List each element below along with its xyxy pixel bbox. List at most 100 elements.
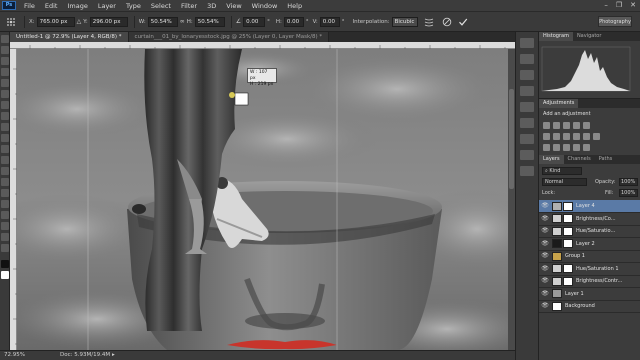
visibility-eye-icon[interactable]: 👁 xyxy=(541,240,549,248)
restore-button[interactable]: ❐ xyxy=(616,1,622,9)
menu-type[interactable]: Type xyxy=(121,2,146,10)
color-balance-adjust-icon[interactable] xyxy=(553,133,560,140)
tab-adjustments[interactable]: Adjustments xyxy=(539,99,579,108)
styles-icon[interactable] xyxy=(520,150,534,160)
menu-window[interactable]: Window xyxy=(247,2,283,10)
layer-row[interactable]: 👁 Hue/Saturation 1 xyxy=(539,263,640,276)
brightness-adjust-icon[interactable] xyxy=(543,122,550,129)
tab-channels[interactable]: Channels xyxy=(564,155,595,164)
layer-row[interactable]: 👁 Layer 4 xyxy=(539,200,640,213)
properties-icon[interactable] xyxy=(520,70,534,80)
v-skew-field[interactable]: 0.00 xyxy=(319,16,340,27)
hue-saturation-adjust-icon[interactable] xyxy=(543,133,550,140)
layer-mask-thumbnail[interactable] xyxy=(563,201,573,211)
brush-tool-icon[interactable] xyxy=(1,112,9,120)
menu-3d[interactable]: 3D xyxy=(202,2,221,10)
layer-mask-thumbnail[interactable] xyxy=(563,276,573,286)
menu-select[interactable]: Select xyxy=(146,2,176,10)
vibrance-adjust-icon[interactable] xyxy=(583,122,590,129)
scrollbar-thumb[interactable] xyxy=(509,89,514,189)
close-button[interactable]: ✕ xyxy=(630,1,636,9)
link-icon[interactable]: ∞ xyxy=(180,18,185,25)
visibility-eye-icon[interactable]: 👁 xyxy=(541,252,549,260)
menu-edit[interactable]: Edit xyxy=(40,2,63,10)
menu-layer[interactable]: Layer xyxy=(93,2,121,10)
history-brush-tool-icon[interactable] xyxy=(1,134,9,142)
layer-row[interactable]: 👁 Brightness/Contr... xyxy=(539,275,640,288)
tab-untitled-1[interactable]: Untitled-1 @ 72.9% (Layer 4, RGB/8) * xyxy=(10,32,129,42)
foreground-color-swatch[interactable] xyxy=(1,260,9,268)
hand-tool-icon[interactable] xyxy=(1,233,9,241)
tab-navigator[interactable]: Navigator xyxy=(573,32,605,41)
visibility-eye-icon[interactable]: 👁 xyxy=(541,215,549,223)
menu-file[interactable]: File xyxy=(19,2,40,10)
tab-layers[interactable]: Layers xyxy=(539,155,564,164)
width-field[interactable]: 50.54% xyxy=(147,16,178,27)
visibility-eye-icon[interactable]: 👁 xyxy=(541,302,549,310)
layer-mask-thumbnail[interactable] xyxy=(563,264,573,273)
marquee-tool-icon[interactable] xyxy=(1,46,9,54)
layer-row[interactable]: 👁 Background xyxy=(539,300,640,313)
visibility-eye-icon[interactable]: 👁 xyxy=(541,277,549,285)
tab-curtain[interactable]: curtain___01_by_lonaryesstock.jpg @ 25% … xyxy=(128,32,330,42)
pen-tool-icon[interactable] xyxy=(1,189,9,197)
visibility-eye-icon[interactable]: 👁 xyxy=(541,202,549,210)
menu-filter[interactable]: Filter xyxy=(176,2,202,10)
tab-paths[interactable]: Paths xyxy=(595,155,617,164)
healing-tool-icon[interactable] xyxy=(1,101,9,109)
y-position-field[interactable]: 296.00 px xyxy=(89,16,128,27)
interpolation-select[interactable]: Bicubic xyxy=(391,16,418,27)
stamp-tool-icon[interactable] xyxy=(1,123,9,131)
visibility-eye-icon[interactable]: 👁 xyxy=(541,265,549,273)
layer-row[interactable]: 👁 Group 1 xyxy=(539,250,640,263)
blur-tool-icon[interactable] xyxy=(1,167,9,175)
eraser-tool-icon[interactable] xyxy=(1,145,9,153)
menu-help[interactable]: Help xyxy=(282,2,307,10)
move-tool-icon[interactable] xyxy=(1,35,9,43)
tab-histogram[interactable]: Histogram xyxy=(539,32,573,41)
gradient-tool-icon[interactable] xyxy=(1,156,9,164)
visibility-eye-icon[interactable]: 👁 xyxy=(541,290,549,298)
zoom-level[interactable]: 72.95% xyxy=(4,351,25,360)
document-canvas[interactable]: W : 107 px H : 219 px xyxy=(17,49,515,350)
layer-mask-thumbnail[interactable] xyxy=(563,226,573,236)
brush-presets-icon[interactable] xyxy=(520,102,534,112)
x-position-field[interactable]: 765.00 px xyxy=(36,16,75,27)
layer-row[interactable]: 👁 Hue/Saturatio... xyxy=(539,225,640,238)
paragraph-icon[interactable] xyxy=(520,134,534,144)
layer-row[interactable]: 👁 Layer 1 xyxy=(539,288,640,301)
channel-mixer-adjust-icon[interactable] xyxy=(583,133,590,140)
delta-icon[interactable]: △ xyxy=(77,18,82,25)
crop-tool-icon[interactable] xyxy=(1,79,9,87)
warp-icon[interactable] xyxy=(424,17,434,27)
type-tool-icon[interactable] xyxy=(1,200,9,208)
exposure-adjust-icon[interactable] xyxy=(573,122,580,129)
height-field[interactable]: 50.54% xyxy=(194,16,225,27)
background-color-swatch[interactable] xyxy=(1,271,9,279)
opacity-field[interactable]: 100% xyxy=(619,178,638,186)
gradient-map-adjust-icon[interactable] xyxy=(583,144,590,151)
posterize-adjust-icon[interactable] xyxy=(553,144,560,151)
lasso-tool-icon[interactable] xyxy=(1,57,9,65)
cancel-transform-icon[interactable] xyxy=(442,17,452,27)
shape-tool-icon[interactable] xyxy=(1,222,9,230)
dodge-tool-icon[interactable] xyxy=(1,178,9,186)
menu-view[interactable]: View xyxy=(221,2,246,10)
layer-mask-thumbnail[interactable] xyxy=(563,239,573,248)
photo-filter-adjust-icon[interactable] xyxy=(573,133,580,140)
info-icon[interactable] xyxy=(520,86,534,96)
vertical-scrollbar[interactable] xyxy=(508,49,515,350)
rotate-field[interactable]: 0.00 xyxy=(243,16,266,27)
layer-filter-select[interactable]: ⌕ Kind xyxy=(542,167,582,175)
blend-mode-select[interactable]: Normal xyxy=(542,178,587,186)
h-skew-field[interactable]: 0.00 xyxy=(283,16,304,27)
swatches-icon[interactable] xyxy=(520,166,534,176)
actions-icon[interactable] xyxy=(520,54,534,64)
layer-row[interactable]: 👁 Brightness/Co... xyxy=(539,213,640,226)
threshold-adjust-icon[interactable] xyxy=(563,144,570,151)
commit-transform-icon[interactable] xyxy=(458,17,468,27)
workspace-switcher[interactable]: Photography xyxy=(598,16,632,27)
menu-image[interactable]: Image xyxy=(62,2,92,10)
black-white-adjust-icon[interactable] xyxy=(563,133,570,140)
minimize-button[interactable]: – xyxy=(604,1,608,9)
